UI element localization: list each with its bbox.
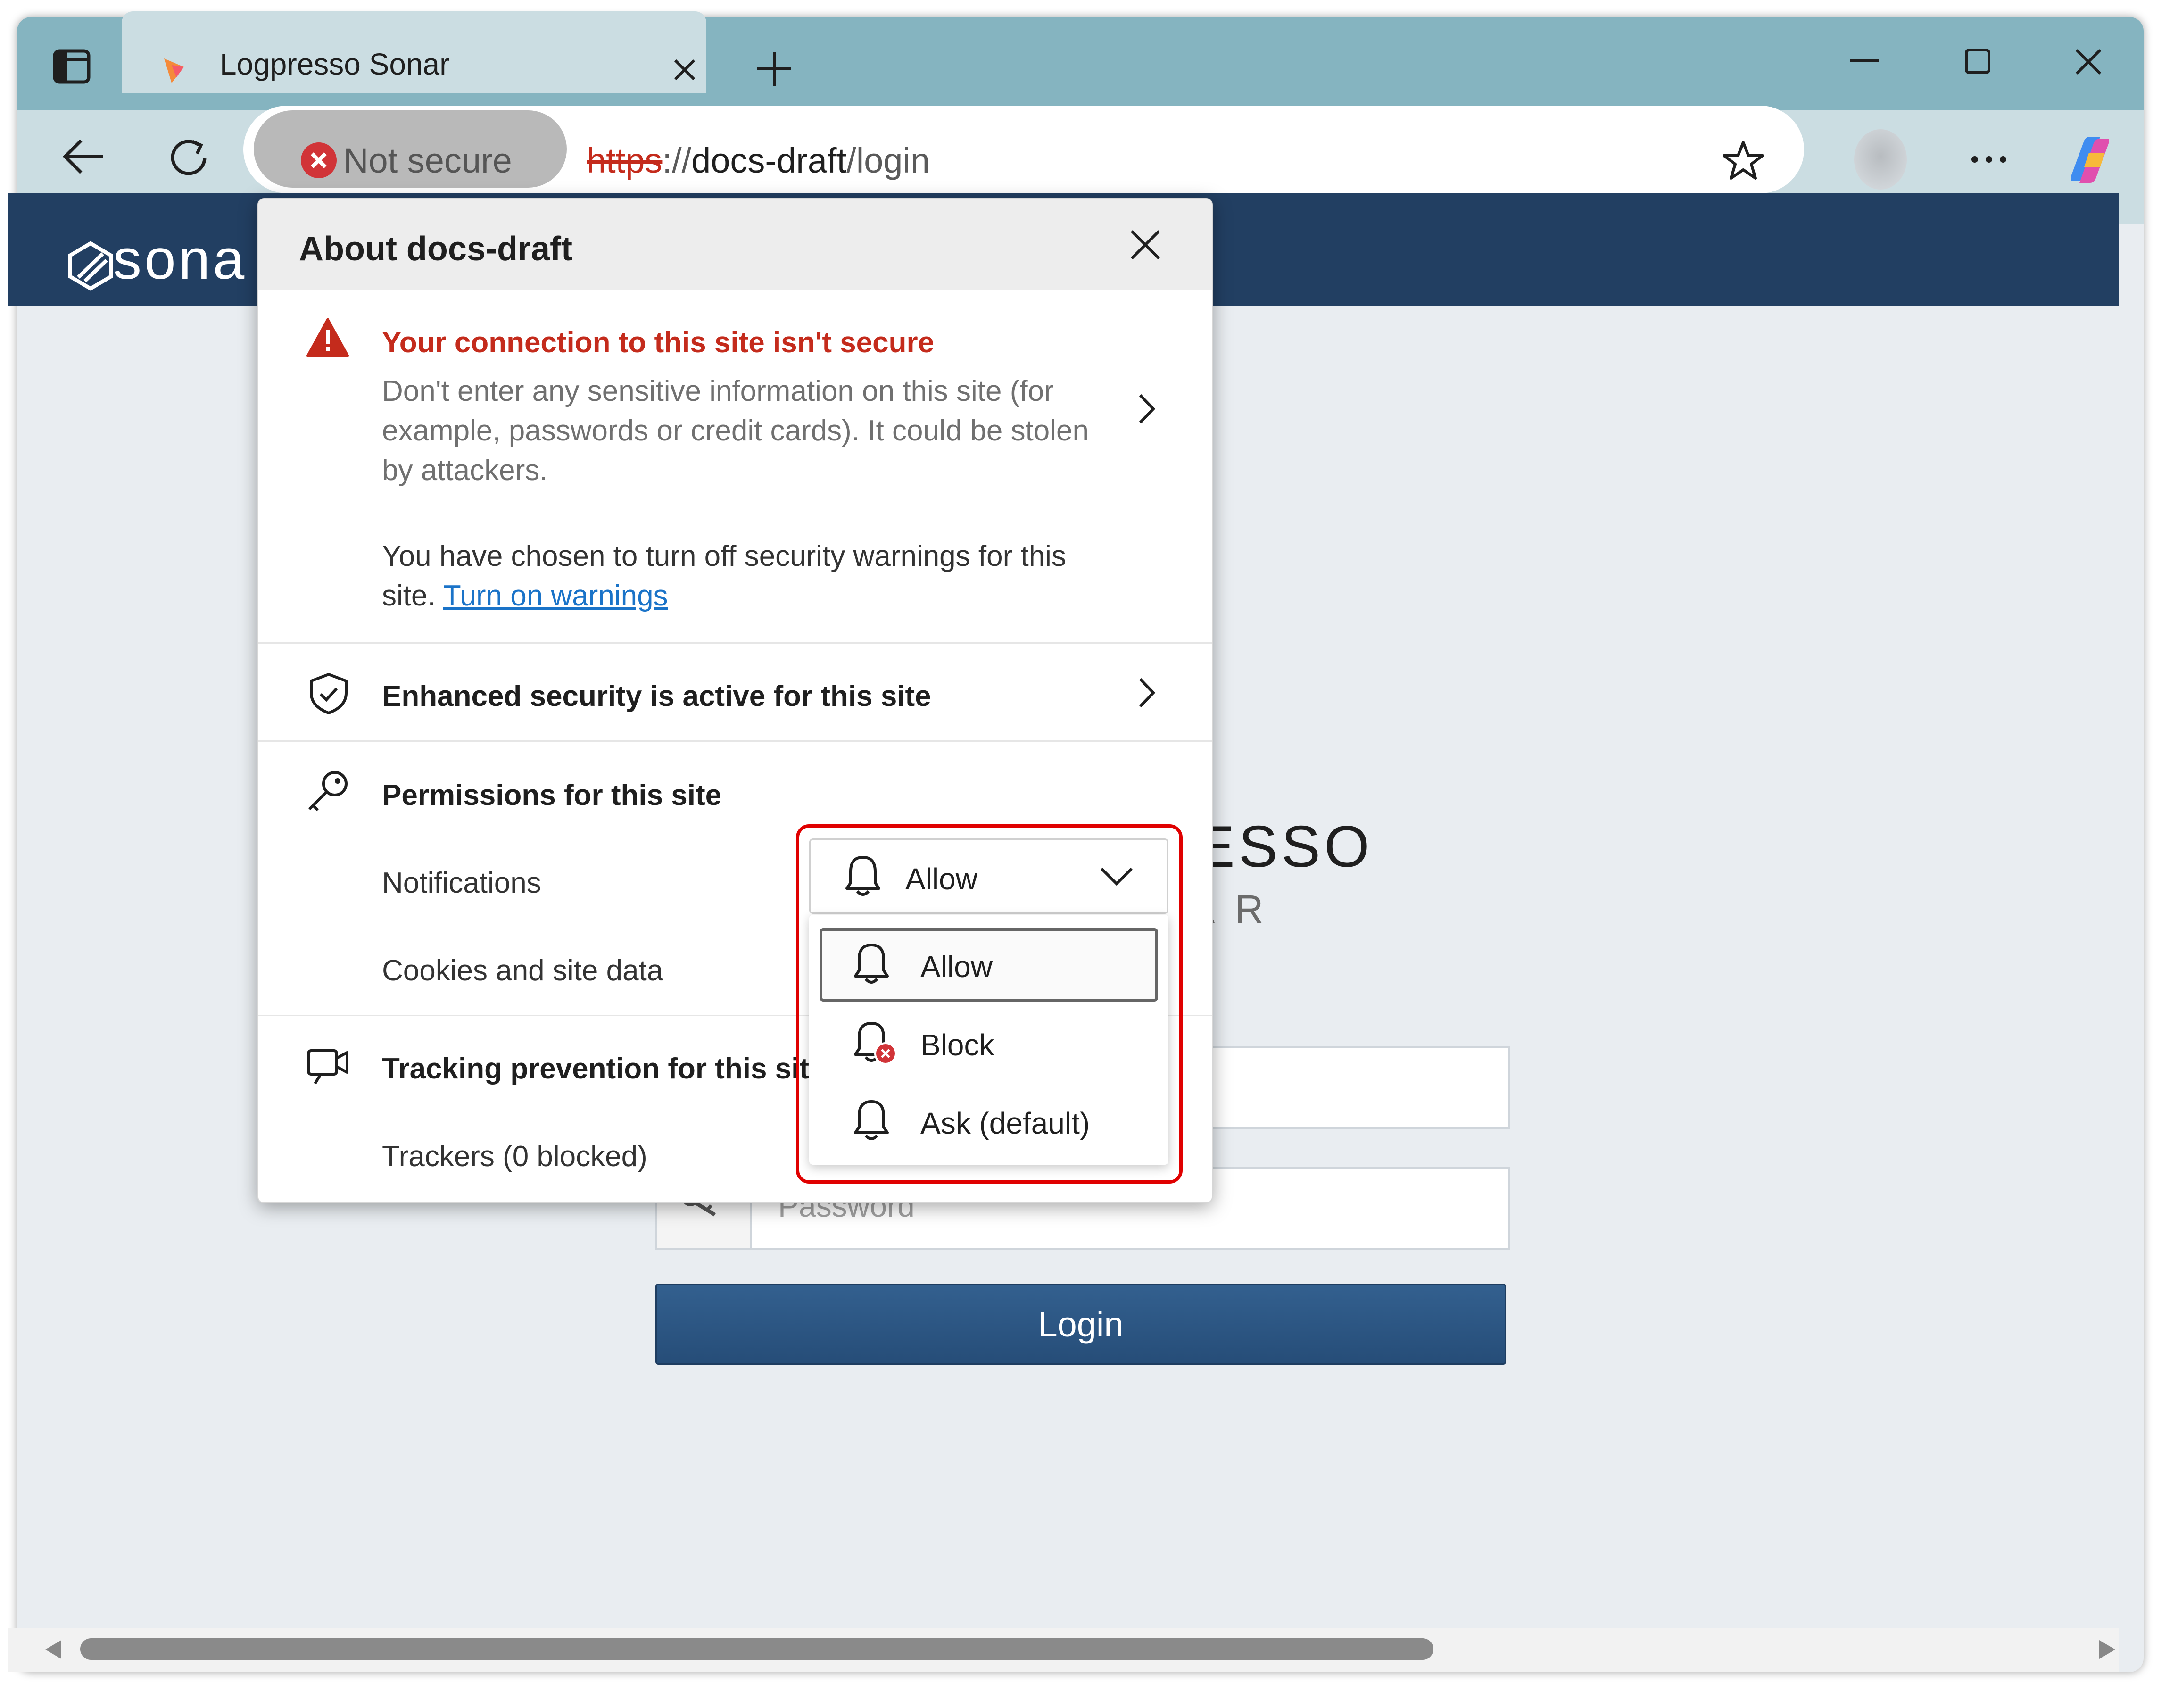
login-button[interactable]: Login	[655, 1284, 1506, 1365]
tracking-prevention-icon	[306, 1043, 350, 1086]
favorite-star-icon[interactable]	[1722, 140, 1764, 182]
chevron-right-icon[interactable]	[1137, 676, 1156, 709]
tracking-title: Tracking prevention for this site	[382, 1053, 826, 1085]
new-tab-icon[interactable]	[754, 49, 794, 89]
warning-icon	[306, 318, 349, 357]
url-host: docs-draft	[691, 141, 847, 180]
key-permissions-icon	[306, 769, 351, 814]
flyout-title: About docs-draft	[299, 230, 572, 268]
close-window-icon[interactable]	[2074, 47, 2103, 76]
site-favicon-icon	[157, 54, 190, 87]
maximize-icon[interactable]	[1964, 48, 1991, 75]
warning-body: Don't enter any sensitive information on…	[382, 375, 1089, 487]
copilot-icon[interactable]	[2062, 134, 2118, 186]
not-secure-label: Not secure	[343, 141, 512, 180]
divider	[258, 642, 1212, 644]
close-tab-icon[interactable]	[671, 56, 699, 84]
refresh-icon[interactable]	[168, 137, 210, 179]
red-highlight-box	[796, 824, 1183, 1184]
permissions-title: Permissions for this site	[382, 779, 722, 812]
turn-on-warnings-link[interactable]: Turn on warnings	[443, 580, 668, 612]
shield-check-icon	[308, 672, 349, 715]
scroll-left-arrow-icon[interactable]	[43, 1639, 62, 1660]
url-text[interactable]: https://docs-draft/login	[587, 143, 930, 178]
not-secure-icon	[300, 141, 338, 179]
back-icon[interactable]	[60, 137, 106, 176]
trackers-label[interactable]: Trackers (0 blocked)	[382, 1142, 647, 1171]
more-options-icon[interactable]	[1971, 156, 2007, 163]
warning-title: Your connection to this site isn't secur…	[382, 326, 935, 359]
username-input[interactable]	[1198, 1046, 1510, 1129]
url-scheme: https	[587, 141, 663, 180]
close-flyout-icon[interactable]	[1129, 228, 1162, 261]
minimize-icon[interactable]	[1850, 58, 1879, 64]
tab-actions-icon[interactable]	[53, 48, 92, 86]
sonar-logo-icon	[64, 240, 117, 292]
enhanced-security-label[interactable]: Enhanced security is active for this sit…	[382, 682, 931, 711]
divider	[258, 740, 1212, 742]
scrollbar-thumb[interactable]	[80, 1638, 1433, 1660]
scroll-right-arrow-icon[interactable]	[2098, 1639, 2117, 1660]
warnings-off-text: You have chosen to turn off security war…	[382, 537, 1118, 616]
chevron-right-icon[interactable]	[1137, 392, 1156, 425]
url-separator: ://	[662, 141, 692, 180]
cookies-label[interactable]: Cookies and site data	[382, 956, 663, 986]
profile-avatar[interactable]	[1852, 128, 1909, 191]
notifications-label: Notifications	[382, 867, 541, 899]
tab-title: Logpresso Sonar	[220, 47, 450, 81]
brand-logo-text: ESSO	[1196, 814, 1374, 879]
header-logo-text: sona	[113, 228, 248, 291]
url-path: /login	[846, 141, 930, 180]
